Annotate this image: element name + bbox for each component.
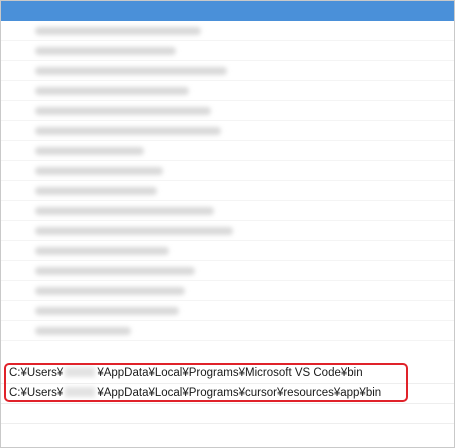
list-item-blurred[interactable] bbox=[1, 321, 454, 341]
path-list: C:¥Users¥ ¥AppData¥Local¥Programs¥Microso… bbox=[0, 0, 455, 448]
blurred-text bbox=[35, 227, 233, 235]
blurred-text bbox=[35, 247, 169, 255]
list-item-blurred[interactable] bbox=[1, 301, 454, 321]
redacted-username bbox=[65, 367, 96, 377]
list-item-blurred[interactable] bbox=[1, 201, 454, 221]
list-item-blurred[interactable] bbox=[1, 141, 454, 161]
blurred-text bbox=[35, 167, 163, 175]
list-item-blurred[interactable] bbox=[1, 161, 454, 181]
list-item-blurred[interactable] bbox=[1, 61, 454, 81]
list-item-blurred[interactable] bbox=[1, 261, 454, 281]
blurred-text bbox=[35, 287, 185, 295]
path-text: C:¥Users¥ ¥AppData¥Local¥Programs¥Microso… bbox=[9, 367, 363, 379]
blurred-text bbox=[35, 187, 157, 195]
list-item-blurred[interactable] bbox=[1, 241, 454, 261]
blurred-text bbox=[35, 207, 214, 215]
list-item-blurred[interactable] bbox=[1, 21, 454, 41]
blurred-text bbox=[35, 87, 189, 95]
list-item-blurred[interactable] bbox=[1, 41, 454, 61]
selected-list-item[interactable] bbox=[1, 1, 454, 21]
blurred-text bbox=[35, 147, 144, 155]
list-item-blurred[interactable] bbox=[1, 281, 454, 301]
list-item-blurred[interactable] bbox=[1, 81, 454, 101]
list-item-blurred[interactable] bbox=[1, 101, 454, 121]
list-item-empty[interactable] bbox=[1, 404, 454, 424]
list-item-vscode-path[interactable]: C:¥Users¥ ¥AppData¥Local¥Programs¥Microso… bbox=[1, 364, 454, 384]
blurred-text bbox=[35, 107, 211, 115]
list-item-cursor-path[interactable]: C:¥Users¥ ¥AppData¥Local¥Programs¥cursor¥… bbox=[1, 384, 454, 404]
list-item-blurred[interactable] bbox=[1, 181, 454, 201]
blurred-text bbox=[35, 267, 195, 275]
path-text: C:¥Users¥ ¥AppData¥Local¥Programs¥cursor¥… bbox=[9, 387, 382, 399]
redacted-username bbox=[65, 387, 96, 397]
blurred-text bbox=[35, 307, 179, 315]
list-item-blurred[interactable] bbox=[1, 121, 454, 141]
blurred-text bbox=[35, 27, 201, 35]
blurred-text bbox=[35, 47, 176, 55]
blurred-text bbox=[35, 127, 221, 135]
blurred-text bbox=[35, 67, 227, 75]
list-item-blurred[interactable] bbox=[1, 221, 454, 241]
blurred-text bbox=[35, 327, 131, 335]
blurred-rows bbox=[1, 21, 454, 341]
